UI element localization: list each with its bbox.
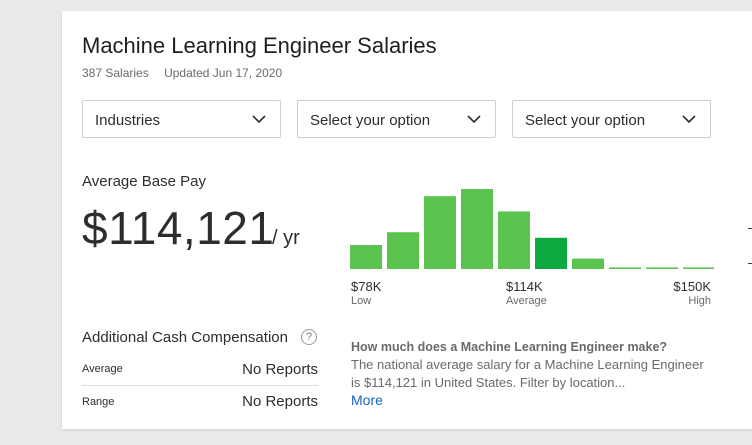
row-divider bbox=[82, 385, 318, 386]
histogram-bar bbox=[498, 211, 530, 269]
high-salary-value: $150K bbox=[673, 279, 711, 294]
histogram-bar bbox=[572, 258, 604, 269]
average-row-value: No Reports bbox=[242, 361, 318, 378]
histogram-bar bbox=[683, 267, 714, 269]
chevron-down-icon bbox=[682, 115, 696, 124]
chevron-down-icon bbox=[252, 115, 266, 124]
filter-dropdown-3[interactable]: Select your option bbox=[512, 100, 711, 138]
chevron-down-icon bbox=[467, 115, 481, 124]
edge-tick bbox=[748, 263, 752, 264]
average-row-label: Average bbox=[82, 363, 123, 375]
filter-dropdown-2[interactable]: Select your option bbox=[297, 100, 496, 138]
average-base-pay-value: $114,121 bbox=[82, 202, 275, 254]
range-row-label: Range bbox=[82, 396, 115, 408]
edge-tick bbox=[748, 228, 752, 229]
filter-dropdown-3-label: Select your option bbox=[525, 112, 646, 129]
histogram-bar bbox=[461, 189, 493, 269]
histogram-bar bbox=[424, 196, 456, 269]
high-salary-label: High bbox=[688, 295, 711, 307]
help-icon[interactable]: ? bbox=[301, 329, 317, 345]
faq-answer: The national average salary for a Machin… bbox=[351, 357, 704, 390]
salary-count: 387 Salaries bbox=[82, 66, 149, 80]
histogram-bar bbox=[646, 267, 678, 269]
histogram-bar bbox=[387, 232, 419, 269]
additional-cash-title: Additional Cash Compensation bbox=[82, 329, 288, 346]
pay-period-unit: / yr bbox=[272, 227, 300, 249]
low-salary-value: $78K bbox=[351, 279, 382, 294]
range-row-value: No Reports bbox=[242, 393, 318, 410]
updated-date: Updated Jun 17, 2020 bbox=[164, 66, 283, 80]
histogram-bar bbox=[609, 267, 641, 269]
average-salary-label: Average bbox=[506, 295, 547, 307]
industries-dropdown[interactable]: Industries bbox=[82, 100, 281, 138]
filter-dropdown-2-label: Select your option bbox=[310, 112, 431, 129]
histogram-bar bbox=[350, 245, 382, 269]
page-title: Machine Learning Engineer Salaries bbox=[82, 33, 437, 58]
more-link[interactable]: More bbox=[351, 392, 383, 408]
industries-dropdown-label: Industries bbox=[95, 112, 161, 129]
low-salary-label: Low bbox=[351, 295, 372, 307]
salary-histogram bbox=[350, 189, 714, 269]
faq-question: How much does a Machine Learning Enginee… bbox=[351, 340, 668, 354]
salary-card: Machine Learning Engineer Salaries 387 S… bbox=[62, 11, 752, 429]
average-base-pay-label: Average Base Pay bbox=[82, 173, 206, 190]
histogram-bar bbox=[535, 237, 567, 269]
average-salary-value: $114K bbox=[506, 279, 543, 294]
salary-meta: 387 Salaries Updated Jun 17, 2020 bbox=[82, 66, 282, 80]
